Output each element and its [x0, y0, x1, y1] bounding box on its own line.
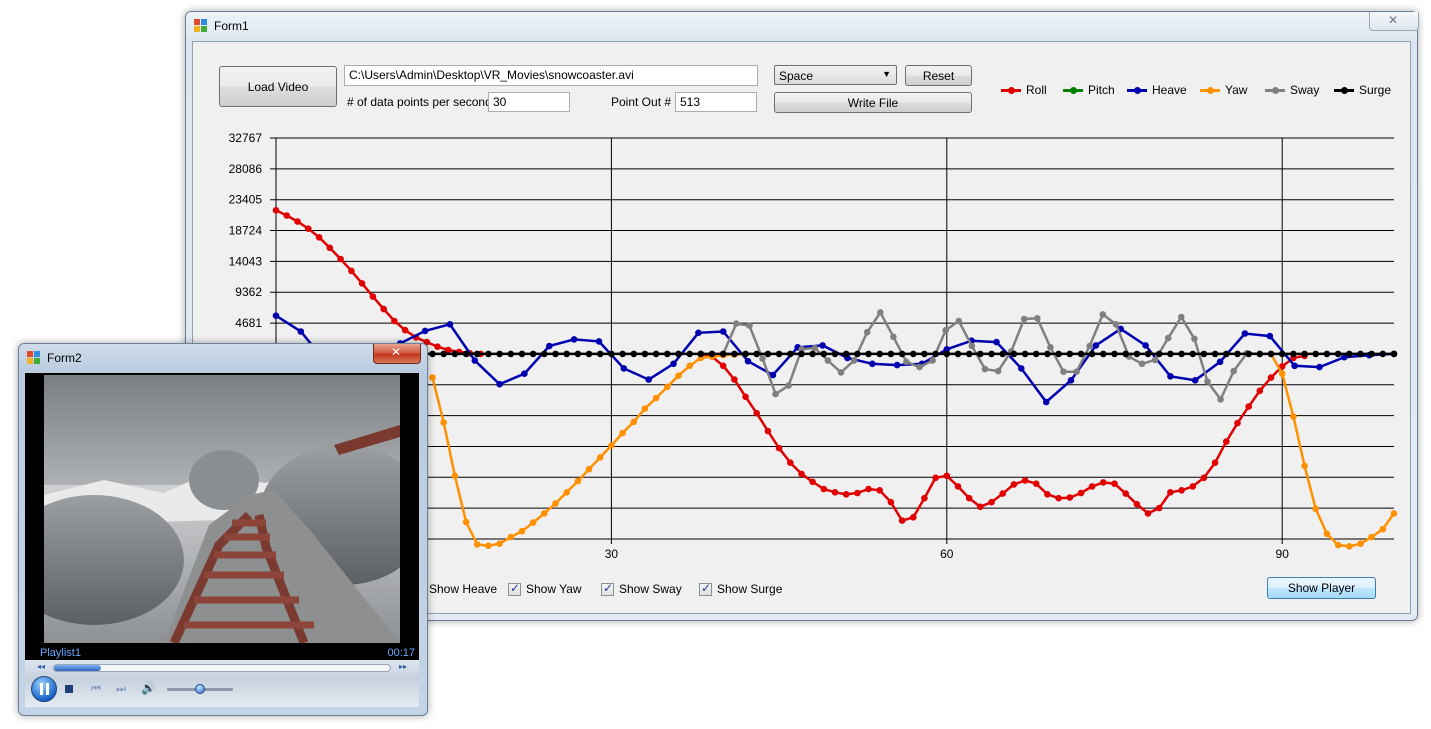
pause-button[interactable] [31, 676, 57, 702]
app-icon [194, 19, 208, 33]
data-points-input[interactable]: 30 [488, 92, 570, 112]
form2-close-button[interactable]: ✕ [373, 344, 421, 364]
form1-title: Form1 [214, 19, 249, 33]
seek-progress [54, 665, 102, 671]
checkbox-label: Show Sway [619, 582, 682, 596]
write-file-button[interactable]: Write File [774, 92, 972, 113]
media-player: Playlist1 00:17 ◂◂ ▸▸ ⏮ ⏭ 🔊 [25, 373, 419, 707]
seek-bar[interactable] [53, 664, 391, 672]
form2-title: Form2 [47, 351, 82, 365]
show-player-button[interactable]: Show Player [1267, 577, 1376, 599]
axis-select-value: Space [779, 69, 814, 83]
axis-select-dropdown[interactable]: Space ▼ [774, 65, 897, 85]
rewind-icon[interactable]: ◂◂ [37, 662, 45, 671]
file-path-field[interactable]: C:\Users\Admin\Desktop\VR_Movies\snowcoa… [344, 65, 758, 86]
next-icon[interactable]: ⏭ [116, 682, 126, 696]
chevron-down-icon: ▼ [882, 69, 891, 79]
video-scene [44, 375, 400, 643]
app-icon [27, 351, 41, 365]
previous-icon[interactable]: ⏮ [91, 682, 101, 696]
form2-titlebar[interactable]: Form2 ✕ [19, 344, 427, 372]
point-out-label: Point Out # [611, 95, 672, 109]
close-icon: ✕ [1388, 13, 1399, 27]
checkbox-icon[interactable] [699, 581, 712, 596]
stop-icon[interactable] [65, 685, 73, 693]
volume-knob[interactable] [195, 684, 205, 694]
playlist-label: Playlist1 [40, 647, 81, 659]
reset-button[interactable]: Reset [905, 65, 972, 86]
control-bar: ◂◂ ▸▸ ⏮ ⏭ 🔊 [25, 660, 419, 707]
form2-window: Form2 ✕ Playlist1 00:17 ◂◂ ▸▸ ⏮ ⏭ 🔊 [18, 343, 428, 716]
checkbox-label: Show Heave [429, 582, 498, 596]
checkbox-icon[interactable] [601, 581, 614, 596]
time-display: 00:17 [387, 647, 415, 659]
close-icon: ✕ [391, 345, 402, 359]
volume-icon[interactable]: 🔊 [141, 681, 156, 695]
data-points-label: # of data points per second [347, 95, 492, 109]
checkbox-icon[interactable] [508, 581, 521, 596]
point-out-input[interactable]: 513 [675, 92, 757, 112]
video-frame[interactable] [44, 375, 400, 643]
form1-titlebar[interactable]: Form1 ✕ [186, 12, 1419, 40]
pause-icon [40, 683, 43, 695]
form1-close-button[interactable]: ✕ [1369, 12, 1419, 31]
checkbox-label: Show Surge [717, 582, 783, 596]
fast-forward-icon[interactable]: ▸▸ [399, 662, 407, 671]
load-video-button[interactable]: Load Video [219, 66, 337, 107]
checkbox-label: Show Yaw [526, 582, 582, 596]
volume-slider[interactable] [167, 684, 233, 694]
